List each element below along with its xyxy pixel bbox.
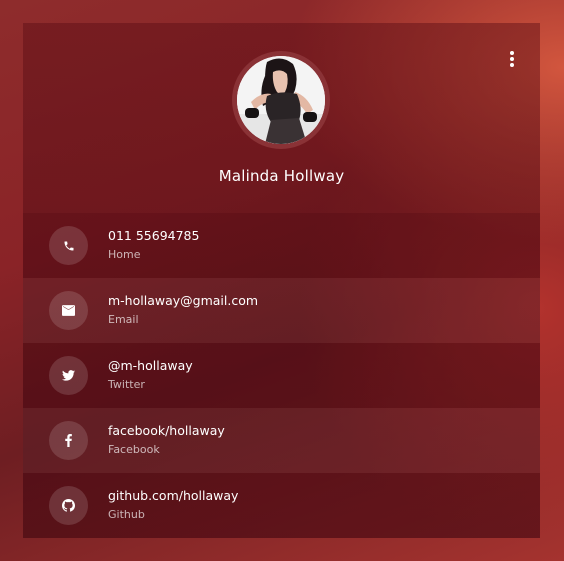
github-icon bbox=[49, 486, 88, 525]
contact-list: 011 55694785 Home m-hollaway@gmail.com E… bbox=[23, 213, 540, 538]
mail-icon bbox=[49, 291, 88, 330]
contact-text: 011 55694785 Home bbox=[108, 228, 199, 262]
contact-text: facebook/hollaway Facebook bbox=[108, 423, 225, 457]
contact-row-github[interactable]: github.com/hollaway Github bbox=[23, 473, 540, 538]
facebook-icon bbox=[49, 421, 88, 460]
profile-name: Malinda Hollway bbox=[218, 167, 345, 185]
contact-value: 011 55694785 bbox=[108, 228, 200, 243]
contact-row-facebook[interactable]: facebook/hollaway Facebook bbox=[23, 408, 540, 473]
contact-label: Twitter bbox=[108, 378, 145, 391]
phone-icon bbox=[49, 226, 88, 265]
menu-dot bbox=[510, 63, 514, 67]
profile-card: Malinda Hollway 011 55694785 Home m-holl… bbox=[23, 23, 540, 538]
contact-value: github.com/hollaway bbox=[108, 488, 239, 503]
contact-value: m-hollaway@gmail.com bbox=[108, 293, 259, 308]
contact-row-twitter[interactable]: @m-hollaway Twitter bbox=[23, 343, 540, 408]
contact-text: github.com/hollaway Github bbox=[108, 488, 238, 522]
contact-text: @m-hollaway Twitter bbox=[108, 358, 193, 392]
contact-row-phone[interactable]: 011 55694785 Home bbox=[23, 213, 540, 278]
twitter-icon bbox=[49, 356, 88, 395]
menu-dot bbox=[510, 57, 514, 61]
contact-label: Home bbox=[108, 248, 141, 261]
avatar-ring bbox=[232, 51, 330, 149]
contact-label: Email bbox=[108, 313, 139, 326]
contact-row-email[interactable]: m-hollaway@gmail.com Email bbox=[23, 278, 540, 343]
avatar[interactable] bbox=[237, 56, 325, 144]
contact-label: Facebook bbox=[108, 443, 160, 456]
contact-value: facebook/hollaway bbox=[108, 423, 225, 438]
contact-value: @m-hollaway bbox=[108, 358, 193, 373]
avatar-photo bbox=[237, 56, 325, 144]
contact-label: Github bbox=[108, 508, 145, 521]
contact-text: m-hollaway@gmail.com Email bbox=[108, 293, 258, 327]
menu-dot bbox=[510, 51, 514, 55]
more-options-menu-icon[interactable] bbox=[506, 49, 518, 69]
